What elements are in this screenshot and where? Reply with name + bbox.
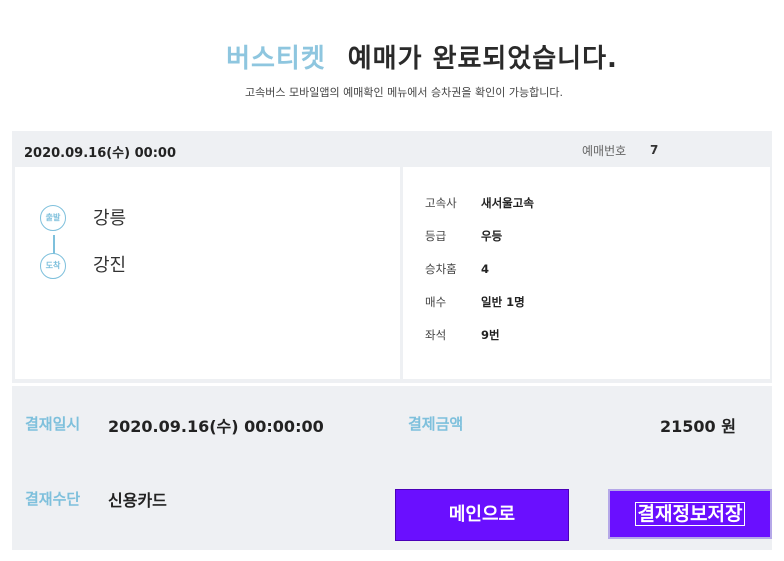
payment-method-label: 결재수단 (25, 490, 81, 508)
payment-method-value: 신용카드 (108, 491, 167, 510)
detail-row-seat: 좌석 9번 (425, 327, 500, 343)
page-title: 버스티켓 예매가 완료되었습니다. (0, 38, 784, 75)
detail-label: 등급 (425, 229, 447, 243)
ticket-header: 2020.09.16(수) 00:00 예매번호 7 (12, 131, 772, 167)
page-subtitle: 고속버스 모바일앱의 예매확인 메뉴에서 승차권을 확인이 가능합니다. (245, 86, 563, 99)
go-main-button[interactable]: 메인으로 (395, 489, 569, 541)
departure-city: 강릉 (93, 208, 127, 229)
route-panel: 출발 도착 강릉 강진 (15, 167, 400, 379)
detail-label: 좌석 (425, 328, 447, 342)
ticket-card: 2020.09.16(수) 00:00 예매번호 7 출발 도착 강릉 강진 고… (12, 131, 772, 383)
payment-section: 결재일시 2020.09.16(수) 00:00:00 결제금액 21500 원… (12, 386, 772, 550)
detail-row-grade: 등급 우등 (425, 228, 502, 244)
detail-row-platform: 승차홈 4 (425, 261, 489, 277)
detail-row-count: 매수 일반 1명 (425, 294, 525, 310)
detail-value: 9번 (481, 328, 500, 342)
payment-date-value: 2020.09.16(수) 00:00:00 (108, 417, 324, 436)
save-payment-info-button[interactable]: 결재정보저장 (608, 489, 772, 539)
payment-amount-value: 21500 원 (660, 417, 736, 436)
detail-label: 매수 (425, 295, 447, 309)
detail-value: 우등 (481, 229, 503, 243)
departure-badge: 출발 (40, 205, 66, 231)
payment-date-label: 결재일시 (25, 415, 81, 433)
payment-amount-label: 결제금액 (408, 415, 464, 433)
arrival-city: 강진 (93, 255, 127, 276)
arrival-badge: 도착 (40, 253, 66, 279)
detail-value: 일반 1명 (481, 295, 525, 309)
reservation-number-label: 예매번호 (582, 144, 627, 158)
ticket-details-panel: 고속사 새서울고속 등급 우등 승차홈 4 매수 일반 1명 좌석 9번 (403, 167, 770, 379)
detail-label: 고속사 (425, 196, 457, 210)
completion-message: 예매가 완료되었습니다. (347, 44, 618, 74)
detail-value: 4 (481, 262, 490, 276)
detail-value: 새서울고속 (481, 196, 534, 210)
save-payment-info-label: 결재정보저장 (634, 502, 746, 526)
detail-label: 승차홈 (425, 262, 457, 276)
brand-title: 버스티켓 (226, 44, 326, 74)
reservation-number: 7 (650, 143, 659, 157)
departure-datetime: 2020.09.16(수) 00:00 (24, 146, 176, 161)
detail-row-company: 고속사 새서울고속 (425, 195, 534, 211)
